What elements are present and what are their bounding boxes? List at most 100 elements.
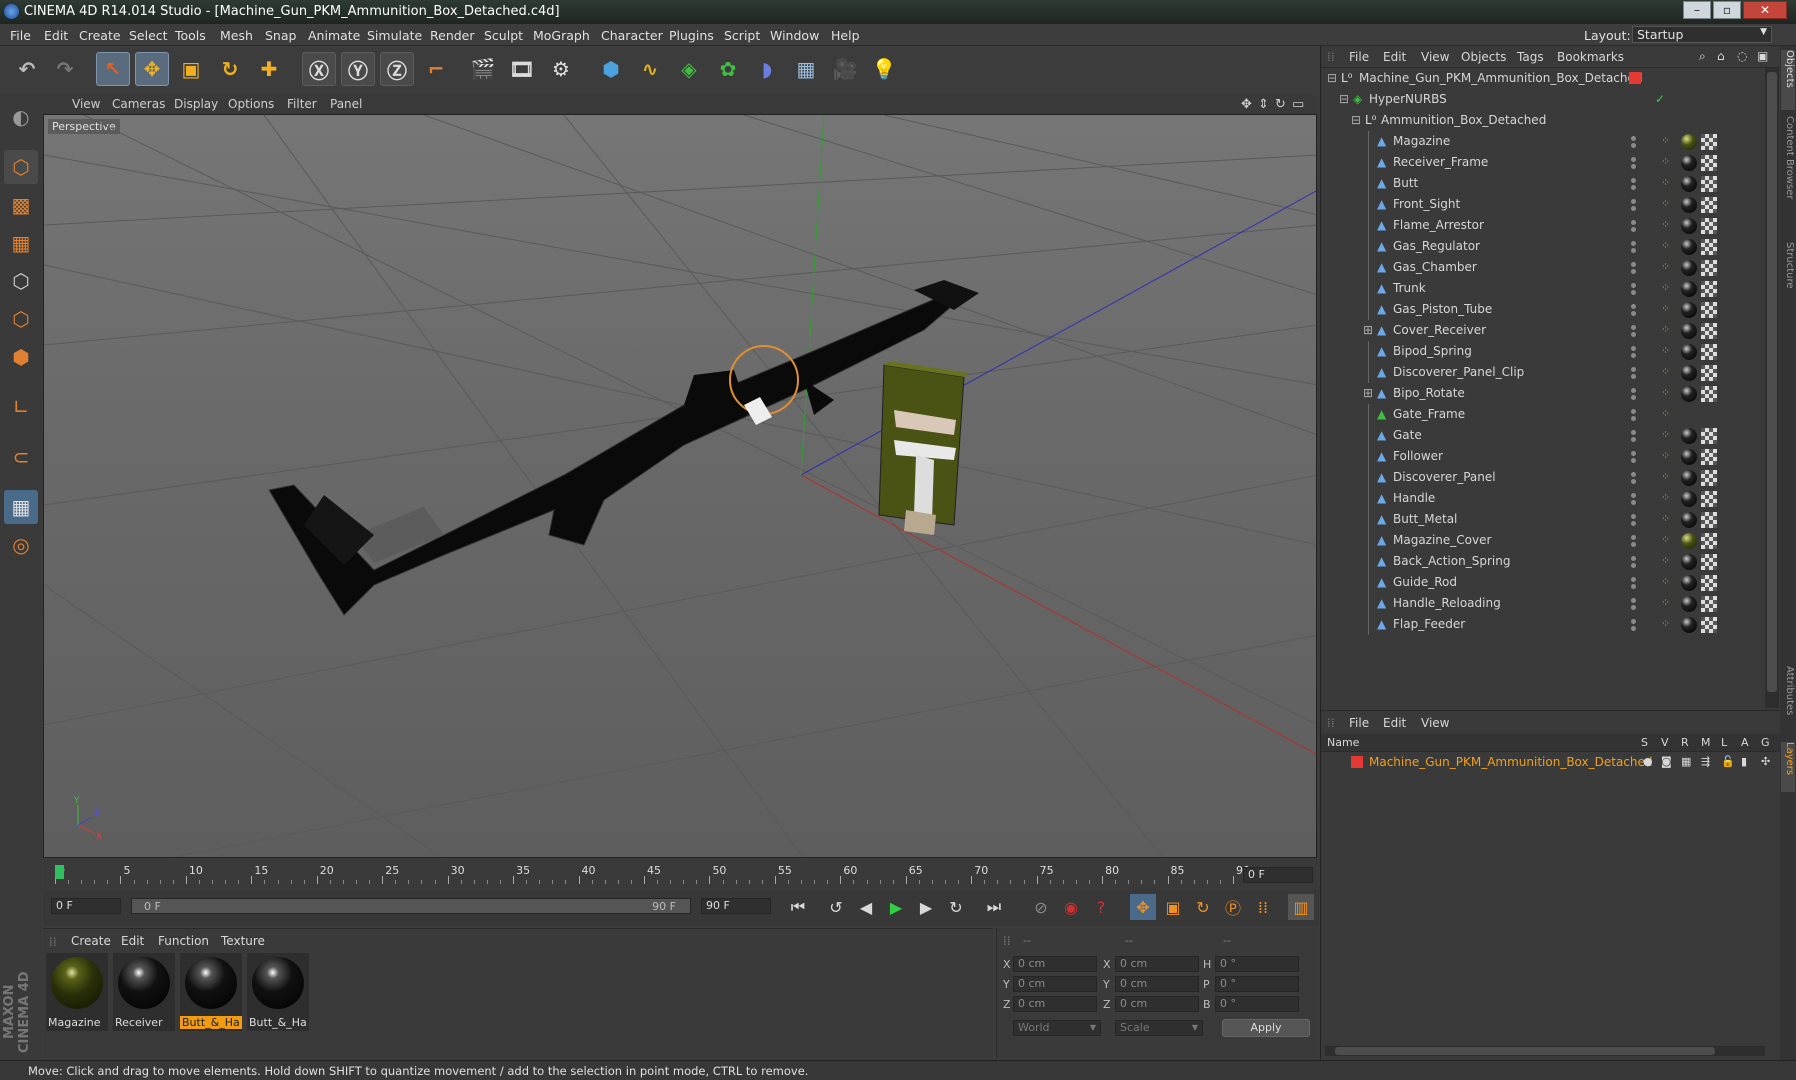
layer-lock-icon[interactable]: 🔓 [1721,755,1735,768]
phong-tag-icon[interactable]: ⁘ [1661,470,1670,483]
editor-visibility-dot[interactable] [1631,514,1636,519]
record-keys-icon[interactable]: ⊘ [1028,894,1054,920]
material-tag-icon[interactable] [1681,134,1697,150]
material-menu-function[interactable]: Function [158,934,209,948]
om-back-icon[interactable]: ◌ [1737,49,1747,63]
render-settings-icon[interactable]: ⚙ [544,52,578,86]
uvw-tag-icon[interactable] [1701,470,1717,486]
uvw-tag-icon[interactable] [1701,134,1717,150]
phong-tag-icon[interactable]: ⁘ [1661,386,1670,399]
side-tab-layers[interactable]: Layers [1781,742,1795,792]
key-parameter-icon[interactable]: Ⓟ [1220,894,1246,920]
uvw-tag-icon[interactable] [1701,533,1717,549]
layer-menu-file[interactable]: File [1349,716,1369,730]
uvw-tag-icon[interactable] [1701,617,1717,633]
menu-edit[interactable]: Edit [44,28,68,43]
tree-row-back-action-spring[interactable]: ▲ Back_Action_Spring ⁘ [1321,551,1761,572]
coord-mode-dropdown[interactable]: Scale ▼ [1115,1020,1203,1036]
layer-hscrollbar[interactable] [1325,1046,1765,1056]
material-tag-icon[interactable] [1681,575,1697,591]
editor-visibility-dot[interactable] [1631,304,1636,309]
tree-row-discoverer-panel-clip[interactable]: ▲ Discoverer_Panel_Clip ⁘ [1321,362,1761,383]
material-tag-icon[interactable] [1681,533,1697,549]
uvw-tag-icon[interactable] [1701,281,1717,297]
deformer-icon[interactable]: ◗ [750,52,784,86]
uvw-tag-icon[interactable] [1701,239,1717,255]
uvw-tag-icon[interactable] [1701,554,1717,570]
key-position-icon[interactable]: ✥ [1130,894,1156,920]
coord-value-field[interactable]: 0 ° [1215,956,1299,972]
timeline-ruler[interactable]: 051015202530354045505560657075808590 0 F [43,860,1319,890]
phong-tag-icon[interactable]: ⁘ [1661,302,1670,315]
phong-tag-icon[interactable]: ⁘ [1661,344,1670,357]
editor-visibility-dot[interactable] [1631,241,1636,246]
layer-solo-icon[interactable]: ● [1643,755,1653,768]
go-to-start-icon[interactable]: ⏮ [785,894,811,920]
frame-range-slider[interactable]: 0 F 90 F [131,898,691,914]
uvw-tag-icon[interactable] [1701,302,1717,318]
close-button[interactable]: ✕ [1743,1,1787,19]
points-mode-icon[interactable]: ⬡ [4,264,38,298]
grid-snap-icon[interactable]: ▦ [4,490,38,524]
uvw-tag-icon[interactable] [1701,596,1717,612]
uvw-tag-icon[interactable] [1701,197,1717,213]
layer-color-swatch[interactable] [1351,756,1363,768]
editor-visibility-dot[interactable] [1631,619,1636,624]
start-frame-field[interactable]: 0 F [51,898,121,914]
tree-row-gas-piston-tube[interactable]: ▲ Gas_Piston_Tube ⁘ [1321,299,1761,320]
material-tag-icon[interactable] [1681,428,1697,444]
go-to-end-icon[interactable]: ⏭ [981,894,1007,920]
viewport-menu-options[interactable]: Options [228,97,274,111]
phong-tag-icon[interactable]: ⁘ [1661,281,1670,294]
tree-row-gate[interactable]: ▲ Gate ⁘ [1321,425,1761,446]
editor-visibility-dot[interactable] [1631,325,1636,330]
axis-mode-icon[interactable]: ∟ [4,390,38,424]
material-tag-icon[interactable] [1681,449,1697,465]
tree-row-handle-reloading[interactable]: ▲ Handle_Reloading ⁘ [1321,593,1761,614]
render-visibility-dot[interactable] [1631,437,1636,442]
material-swatch-butt-handle-selected[interactable]: Butt_&_Ha [180,953,242,1031]
editor-visibility-dot[interactable] [1631,262,1636,267]
material-tag-icon[interactable] [1681,365,1697,381]
viewport-menu-display[interactable]: Display [174,97,218,111]
editor-visibility-dot[interactable] [1631,346,1636,351]
render-visibility-dot[interactable] [1631,500,1636,505]
material-tag-icon[interactable] [1681,218,1697,234]
side-tab-structure[interactable]: Structure [1781,242,1795,312]
render-visibility-dot[interactable] [1631,206,1636,211]
tree-row-gas-chamber[interactable]: ▲ Gas_Chamber ⁘ [1321,257,1761,278]
uvw-tag-icon[interactable] [1701,491,1717,507]
viewport-menu-filter[interactable]: Filter [287,97,317,111]
material-tag-icon[interactable] [1681,386,1697,402]
menu-window[interactable]: Window [770,28,819,43]
phong-tag-icon[interactable]: ⁘ [1661,134,1670,147]
expand-toggle-icon[interactable]: ⊟ [1339,92,1349,106]
phong-tag-icon[interactable]: ⁘ [1661,218,1670,231]
editor-visibility-dot[interactable] [1631,136,1636,141]
x-axis-lock-icon[interactable]: Ⓧ [302,52,336,86]
material-tag-icon[interactable] [1681,155,1697,171]
tree-row-discoverer-panel[interactable]: ▲ Discoverer_Panel ⁘ [1321,467,1761,488]
coord-value-field[interactable]: 0 cm [1115,956,1199,972]
coord-value-field[interactable]: 0 cm [1115,976,1199,992]
render-visibility-dot[interactable] [1631,395,1636,400]
editor-visibility-dot[interactable] [1631,430,1636,435]
uvw-tag-icon[interactable] [1701,260,1717,276]
coordinate-system-icon[interactable]: ⌐ [419,52,453,86]
material-menu-create[interactable]: Create [71,934,111,948]
viewport-zoom-icon[interactable]: ⇕ [1258,97,1269,112]
menu-mesh[interactable]: Mesh [220,28,253,43]
expand-toggle-icon[interactable]: ⊟ [1327,71,1337,85]
texture-mode-icon[interactable]: ▩ [4,188,38,222]
render-visibility-dot[interactable] [1631,332,1636,337]
render-visibility-dot[interactable] [1631,563,1636,568]
phong-tag-icon[interactable]: ⁘ [1661,491,1670,504]
object-tree-scrollbar[interactable] [1765,68,1779,708]
edges-mode-icon[interactable]: ⬡ [4,302,38,336]
tree-row-hypernurbs[interactable]: ⊟ ◈ HyperNURBS ✓ [1321,89,1761,110]
layer-manager-icon[interactable]: ⇶ [1701,755,1710,768]
previous-key-icon[interactable]: ↺ [823,894,849,920]
tree-row-bipod-spring[interactable]: ▲ Bipod_Spring ⁘ [1321,341,1761,362]
uvw-tag-icon[interactable] [1701,575,1717,591]
scale-tool-icon[interactable]: ▣ [174,52,208,86]
